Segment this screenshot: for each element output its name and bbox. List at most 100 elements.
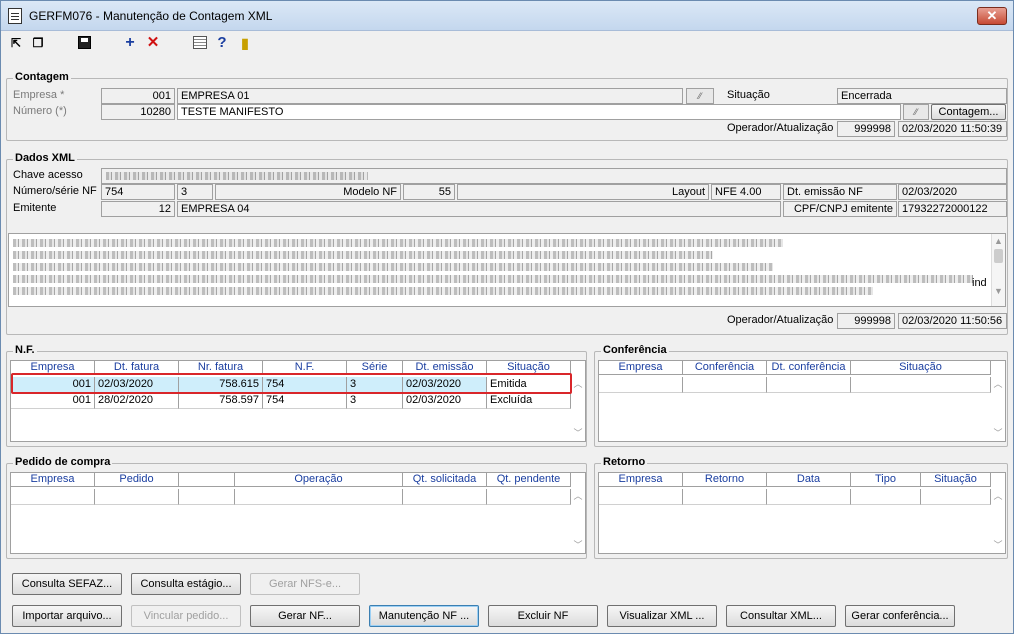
conf-cell [683, 377, 767, 393]
contagem-operador-label: Operador/Atualização [727, 122, 834, 134]
conf-col-dt-conferencia[interactable]: Dt. conferência [767, 361, 851, 375]
conferencia-scrollbar[interactable]: ︿ ﹀ [991, 377, 1005, 441]
save-icon[interactable] [77, 35, 93, 51]
pedido-cell [11, 489, 95, 505]
door-exit-icon[interactable]: ▮ [237, 35, 253, 51]
window-title: GERFM076 - Manutenção de Contagem XML [29, 9, 273, 23]
nf-cell-nf: 754 [263, 393, 347, 409]
delete-icon[interactable]: ✕ [145, 35, 161, 51]
conferencia-table[interactable]: Empresa Conferência Dt. conferência Situ… [598, 360, 1006, 442]
situacao-field: Encerrada [837, 88, 1007, 104]
xml-content-area[interactable]: ind ▲ ▼ [8, 233, 1006, 307]
conf-col-conferencia[interactable]: Conferência [683, 361, 767, 375]
nf-cell-dt-fatura: 28/02/2020 [95, 393, 179, 409]
numero-desc-field[interactable]: TESTE MANIFESTO [177, 104, 901, 120]
retorno-col-tipo[interactable]: Tipo [851, 473, 921, 487]
conf-cell [599, 377, 683, 393]
chave-field [101, 168, 1007, 184]
consultar-xml-button[interactable]: Consultar XML... [726, 605, 836, 627]
scroll-down-icon[interactable]: ﹀ [991, 426, 1005, 439]
manutencao-nf-button[interactable]: Manutenção NF ... [369, 605, 479, 627]
calendar-icon[interactable] [192, 35, 208, 51]
nf-cell-nr-fatura: 758.597 [179, 393, 263, 409]
gerar-nf-button[interactable]: Gerar NF... [250, 605, 360, 627]
copy-icon[interactable]: ❐ [30, 35, 46, 51]
pedido-col-blank[interactable] [179, 473, 235, 487]
retorno-cell [767, 489, 851, 505]
pedido-table[interactable]: Empresa Pedido Operação Qt. solicitada Q… [10, 472, 586, 554]
scroll-up-icon[interactable]: ︿ [571, 489, 585, 502]
contagem-button[interactable]: Contagem... [931, 104, 1006, 120]
conf-col-empresa[interactable]: Empresa [599, 361, 683, 375]
numero-field[interactable]: 10280 [101, 104, 175, 120]
nf-title: N.F. [13, 344, 37, 356]
pedido-col-operacao[interactable]: Operação [235, 473, 403, 487]
pedido-col-empresa[interactable]: Empresa [11, 473, 95, 487]
retorno-scrollbar[interactable]: ︿ ﹀ [991, 489, 1005, 553]
empresa-code-field[interactable]: 001 [101, 88, 175, 104]
scroll-down-icon[interactable]: ﹀ [991, 538, 1005, 551]
table-row[interactable] [599, 377, 991, 393]
retorno-col-empresa[interactable]: Empresa [599, 473, 683, 487]
retorno-col-retorno[interactable]: Retorno [683, 473, 767, 487]
nf-cell-situacao: Excluída [487, 393, 571, 409]
numero-search-button[interactable]: ⁄⁄ [903, 104, 929, 120]
layout-label: Layout [457, 184, 709, 200]
nf-cell-serie: 3 [347, 393, 403, 409]
conf-cell [767, 377, 851, 393]
exit-icon[interactable]: ⇱ [8, 35, 24, 51]
nf-cell-empresa: 001 [11, 393, 95, 409]
pedido-scrollbar[interactable]: ︿ ﹀ [571, 489, 585, 553]
table-row[interactable]: 001 28/02/2020 758.597 754 3 02/03/2020 … [11, 393, 571, 409]
dt-emissao-field: 02/03/2020 [898, 184, 1007, 200]
table-row[interactable] [11, 489, 571, 505]
scroll-up-icon[interactable]: ▲ [992, 236, 1005, 246]
retorno-col-data[interactable]: Data [767, 473, 851, 487]
nf-cell-dt-emissao: 02/03/2020 [403, 393, 487, 409]
close-button[interactable]: ✕ [977, 7, 1007, 25]
pedido-title: Pedido de compra [13, 456, 113, 468]
gerar-nfse-button[interactable]: Gerar NFS-e... [250, 573, 360, 595]
nf-scrollbar[interactable]: ︿ ﹀ [571, 377, 585, 441]
conf-col-situacao[interactable]: Situação [851, 361, 991, 375]
retorno-cell [599, 489, 683, 505]
pedido-col-qt-solicitada[interactable]: Qt. solicitada [403, 473, 487, 487]
scroll-down-icon[interactable]: ﹀ [571, 426, 585, 439]
pedido-col-qt-pendente[interactable]: Qt. pendente [487, 473, 571, 487]
contagem-title: Contagem [13, 71, 71, 83]
retorno-table[interactable]: Empresa Retorno Data Tipo Situação ︿ ﹀ [598, 472, 1006, 554]
annotation-highlight-box [11, 373, 572, 394]
retorno-cell [851, 489, 921, 505]
main-window: GERFM076 - Manutenção de Contagem XML ✕ … [0, 0, 1014, 634]
pedido-cell [95, 489, 179, 505]
title-bar[interactable]: GERFM076 - Manutenção de Contagem XML ✕ [1, 1, 1013, 31]
visualizar-xml-button[interactable]: Visualizar XML ... [607, 605, 717, 627]
empresa-search-button[interactable]: ⁄⁄ [686, 88, 714, 104]
empresa-label: Empresa * [13, 89, 65, 101]
vincular-pedido-button[interactable]: Vincular pedido... [131, 605, 241, 627]
scroll-up-icon[interactable]: ︿ [991, 377, 1005, 390]
dados-operador-field: 999998 [837, 313, 895, 329]
scroll-up-icon[interactable]: ︿ [991, 489, 1005, 502]
scroll-down-icon[interactable]: ▼ [992, 286, 1005, 296]
retorno-col-situacao[interactable]: Situação [921, 473, 991, 487]
gerar-conferencia-button[interactable]: Gerar conferência... [845, 605, 955, 627]
consulta-sefaz-button[interactable]: Consulta SEFAZ... [12, 573, 122, 595]
dt-emissao-label: Dt. emissão NF [783, 184, 897, 200]
consulta-estagio-button[interactable]: Consulta estágio... [131, 573, 241, 595]
layout-field: NFE 4.00 [711, 184, 781, 200]
emitente-name-field: EMPRESA 04 [177, 201, 781, 217]
xml-text-tail: ind [972, 277, 987, 289]
scroll-down-icon[interactable]: ﹀ [571, 538, 585, 551]
excluir-nf-button[interactable]: Excluir NF [488, 605, 598, 627]
importar-arquivo-button[interactable]: Importar arquivo... [12, 605, 122, 627]
add-icon[interactable]: + [122, 35, 138, 51]
dados-xml-title: Dados XML [13, 152, 77, 164]
pedido-cell [403, 489, 487, 505]
pedido-col-pedido[interactable]: Pedido [95, 473, 179, 487]
table-row[interactable] [599, 489, 991, 505]
scroll-up-icon[interactable]: ︿ [571, 377, 585, 390]
xml-scrollbar[interactable]: ▲ ▼ [991, 234, 1005, 306]
pedido-cell [235, 489, 403, 505]
help-icon[interactable]: ? [214, 35, 230, 51]
